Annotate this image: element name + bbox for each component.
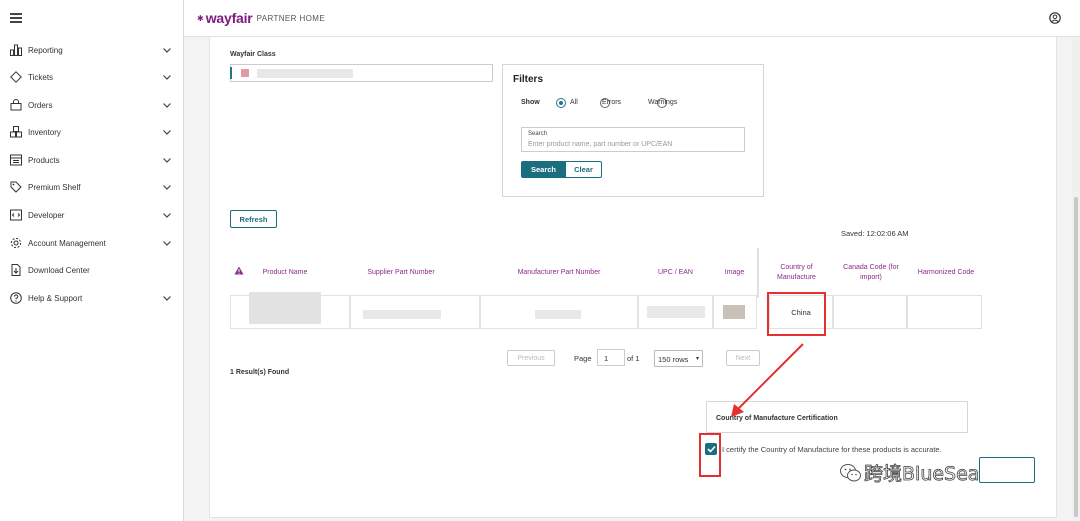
results-count: 1 Result(s) Found bbox=[230, 369, 290, 376]
search-field[interactable]: Search Enter product name, part number o… bbox=[521, 127, 745, 152]
chevron-down-icon[interactable] bbox=[162, 293, 172, 303]
bag-icon bbox=[10, 99, 22, 111]
chevron-down-icon[interactable] bbox=[162, 182, 172, 192]
radio-all[interactable] bbox=[556, 98, 566, 108]
product-name-cell[interactable] bbox=[230, 292, 350, 329]
sidebar-item-reporting[interactable]: Reporting bbox=[0, 38, 184, 62]
filters-panel: Filters Show All Errors Warnings Search … bbox=[502, 64, 764, 197]
logo-star-icon: ✱ bbox=[197, 13, 204, 23]
chevron-down-icon[interactable] bbox=[162, 238, 172, 248]
clear-button[interactable]: Clear bbox=[565, 161, 602, 178]
sidebar-item-label: Premium Shelf bbox=[28, 182, 81, 192]
watermark-text: 跨境BlueSea bbox=[864, 463, 980, 486]
canada-code-cell[interactable] bbox=[833, 295, 907, 329]
previous-button[interactable]: Previous bbox=[507, 350, 555, 366]
chevron-down-icon[interactable] bbox=[162, 100, 172, 110]
user-account-icon[interactable] bbox=[1049, 12, 1061, 24]
refresh-button[interactable]: Refresh bbox=[230, 210, 277, 228]
sidebar-item-products[interactable]: Products bbox=[0, 148, 184, 172]
wayfair-logo[interactable]: ✱ wayfair PARTNER HOME bbox=[197, 10, 325, 26]
sidebar-item-developer[interactable]: Developer bbox=[0, 203, 184, 227]
certify-checkbox-label: I certify the Country of Manufacture for… bbox=[722, 445, 942, 454]
watermark: 跨境BlueSea bbox=[840, 459, 980, 486]
page-scrollbar[interactable] bbox=[1072, 37, 1080, 521]
radio-all-label: All bbox=[570, 99, 578, 106]
upc-ean-cell[interactable] bbox=[638, 295, 713, 329]
sidebar-item-download-center[interactable]: Download Center bbox=[0, 258, 184, 282]
highlight-box-checkbox bbox=[699, 433, 721, 477]
product-thumbnail[interactable] bbox=[723, 305, 745, 319]
search-button[interactable]: Search bbox=[521, 161, 566, 178]
sidebar-item-help-support[interactable]: Help & Support bbox=[0, 286, 184, 310]
sidebar-item-label: Tickets bbox=[28, 72, 54, 82]
sidebar-item-orders[interactable]: Orders bbox=[0, 93, 184, 117]
rows-per-page-select[interactable]: 150 rows ▾ bbox=[654, 350, 703, 367]
chevron-down-icon[interactable] bbox=[162, 210, 172, 220]
gear-icon bbox=[10, 237, 22, 249]
top-bar: ✱ wayfair PARTNER HOME bbox=[184, 0, 1080, 37]
column-header-image[interactable]: Image bbox=[718, 268, 751, 278]
page-of-label: of 1 bbox=[627, 354, 640, 363]
select-caret-icon: ▾ bbox=[695, 356, 699, 362]
bar-chart-icon bbox=[10, 44, 22, 56]
sidebar-item-label: Help & Support bbox=[28, 293, 83, 303]
warning-icon bbox=[234, 266, 244, 277]
column-header-product-name[interactable]: Product Name bbox=[250, 268, 320, 278]
radio-errors-label: Errors bbox=[602, 99, 622, 106]
sidebar-item-account-management[interactable]: Account Management bbox=[0, 231, 184, 255]
column-divider bbox=[757, 248, 759, 298]
sidebar-item-label: Inventory bbox=[28, 127, 61, 137]
sidebar-item-label: Orders bbox=[28, 100, 53, 110]
search-field-label: Search bbox=[528, 131, 548, 137]
annotation-arrow-icon bbox=[731, 343, 804, 417]
manufacturer-part-number-cell[interactable] bbox=[480, 295, 638, 329]
column-header-harmonized-code[interactable]: Harmonized Code bbox=[910, 268, 982, 278]
chevron-down-icon[interactable] bbox=[162, 72, 172, 82]
search-placeholder: Enter product name, part number or UPC/E… bbox=[528, 141, 673, 148]
sidebar-item-inventory[interactable]: Inventory bbox=[0, 120, 184, 144]
page-label: Page bbox=[574, 354, 592, 363]
help-icon bbox=[10, 292, 22, 304]
column-header-manufacturer-part-number[interactable]: Manufacturer Part Number bbox=[503, 268, 615, 278]
filters-title: Filters bbox=[513, 74, 544, 85]
catalog-icon bbox=[10, 154, 22, 166]
sidebar-item-tickets[interactable]: Tickets bbox=[0, 65, 184, 89]
image-cell[interactable] bbox=[713, 295, 757, 329]
tag-icon bbox=[10, 181, 22, 193]
sidebar-item-label: Account Management bbox=[28, 238, 106, 248]
chevron-down-icon[interactable] bbox=[162, 127, 172, 137]
column-header-canada-code[interactable]: Canada Code (for import) bbox=[834, 263, 908, 283]
column-header-supplier-part-number[interactable]: Supplier Part Number bbox=[356, 268, 446, 278]
sidebar-item-label: Reporting bbox=[28, 45, 63, 55]
code-icon bbox=[10, 209, 22, 221]
sidebar-item-label: Download Center bbox=[28, 265, 90, 275]
wayfair-class-field[interactable] bbox=[230, 64, 493, 82]
chevron-down-icon[interactable] bbox=[162, 45, 172, 55]
menu-icon[interactable] bbox=[10, 13, 22, 23]
boxes-icon bbox=[10, 126, 22, 138]
rows-per-page-value: 150 rows bbox=[658, 355, 689, 364]
highlight-box-country bbox=[767, 292, 826, 336]
show-label: Show bbox=[521, 99, 540, 106]
sidebar-item-label: Products bbox=[28, 155, 60, 165]
download-icon bbox=[10, 264, 22, 276]
sidebar-item-premium-shelf[interactable]: Premium Shelf bbox=[0, 175, 184, 199]
logo-brand: wayfair bbox=[205, 10, 253, 26]
wechat-icon bbox=[840, 463, 861, 481]
wayfair-class-label: Wayfair Class bbox=[230, 51, 276, 58]
saved-timestamp: Saved: 12:02:06 AM bbox=[841, 229, 909, 238]
page-number-input[interactable]: 1 bbox=[597, 349, 625, 366]
ticket-icon bbox=[10, 71, 22, 83]
sidebar-item-label: Developer bbox=[28, 210, 65, 220]
chevron-down-icon[interactable] bbox=[162, 155, 172, 165]
submit-button[interactable] bbox=[979, 457, 1035, 483]
column-header-upc-ean[interactable]: UPC / EAN bbox=[648, 268, 703, 278]
column-header-country-of-manufacture[interactable]: Country of Manufacture bbox=[768, 263, 825, 283]
sidebar: Reporting Tickets Orders Inventory Products P… bbox=[0, 0, 184, 521]
supplier-part-number-cell[interactable] bbox=[350, 295, 480, 329]
logo-subtitle: PARTNER HOME bbox=[256, 13, 326, 23]
radio-warnings-label: Warnings bbox=[648, 99, 678, 106]
harmonized-code-cell[interactable] bbox=[907, 295, 982, 329]
